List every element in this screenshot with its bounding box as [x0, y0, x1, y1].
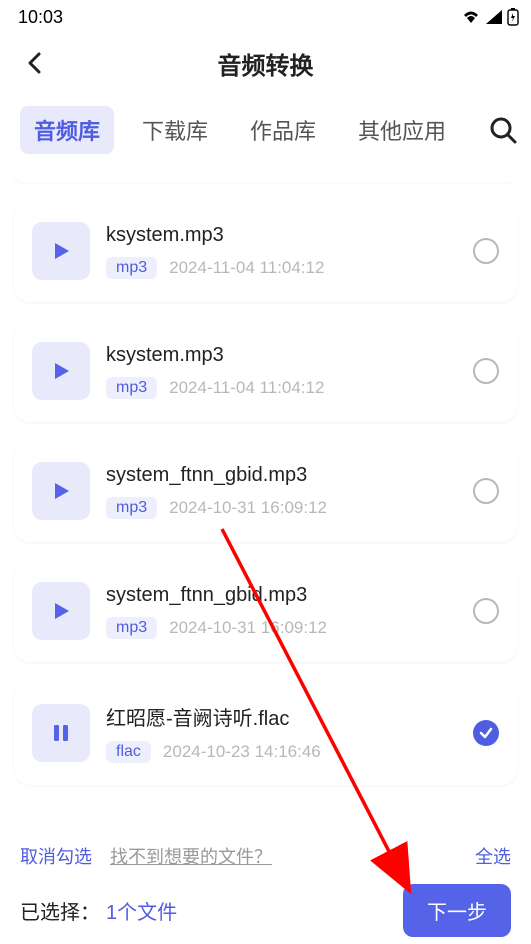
back-button[interactable] — [20, 49, 48, 77]
tab-works-library[interactable]: 作品库 — [236, 106, 330, 154]
missing-file-help-link[interactable]: 找不到想要的文件？ — [110, 843, 272, 869]
selected-count: 1个文件 — [106, 902, 177, 924]
file-name: 红昭愿-音阙诗听.flac — [106, 702, 457, 731]
pause-button[interactable] — [32, 704, 90, 762]
chevron-left-icon — [27, 52, 41, 74]
file-meta: mp3 2024-10-31 16:09:12 — [106, 497, 457, 519]
page-title: 音频转换 — [218, 46, 314, 81]
tab-other-apps[interactable]: 其他应用 — [344, 106, 460, 154]
file-body: system_ftnn_gbid.mp3 mp3 2024-10-31 16:0… — [106, 584, 457, 639]
format-badge: flac — [106, 741, 151, 763]
file-meta: mp3 2024-10-31 16:09:12 — [106, 617, 457, 639]
play-icon — [50, 360, 72, 382]
status-icons — [461, 8, 519, 26]
file-item[interactable]: ksystem.mp3 mp3 2024-11-04 11:04:12 — [14, 320, 517, 422]
file-item[interactable]: ksystem.mp3 mp3 2024-11-04 11:04:12 — [14, 200, 517, 302]
file-meta: flac 2024-10-23 14:16:46 — [106, 741, 457, 763]
search-icon — [489, 116, 517, 144]
status-time: 10:03 — [18, 7, 63, 28]
file-body: ksystem.mp3 mp3 2024-11-04 11:04:12 — [106, 224, 457, 279]
file-name: system_ftnn_gbid.mp3 — [106, 464, 457, 487]
play-button[interactable] — [32, 222, 90, 280]
file-name: ksystem.mp3 — [106, 224, 457, 247]
file-name: ksystem.mp3 — [106, 344, 457, 367]
format-badge: mp3 — [106, 377, 157, 399]
select-radio[interactable] — [473, 238, 499, 264]
play-icon — [50, 240, 72, 262]
format-badge: mp3 — [106, 497, 157, 519]
tabs-row: 音频库 下载库 作品库 其他应用 — [0, 92, 531, 164]
file-item[interactable]: system_ftnn_gbid.mp3 mp3 2024-10-31 16:0… — [14, 560, 517, 662]
file-body: 红昭愿-音阙诗听.flac flac 2024-10-23 14:16:46 — [106, 702, 457, 763]
file-date: 2024-10-31 16:09:12 — [169, 618, 327, 638]
cell-signal-icon — [485, 9, 503, 25]
check-icon — [478, 725, 494, 741]
file-date: 2024-11-04 11:04:12 — [169, 378, 324, 398]
file-meta: mp3 2024-11-04 11:04:12 — [106, 257, 457, 279]
selected-label: 已选择： 1个文件 — [20, 896, 177, 925]
tab-audio-library[interactable]: 音频库 — [20, 106, 114, 154]
file-item[interactable]: 红昭愿-音阙诗听.flac flac 2024-10-23 14:16:46 — [14, 680, 517, 785]
file-item[interactable]: system_ftnn_gbid.mp3 mp3 2024-10-31 16:0… — [14, 440, 517, 542]
tab-download-library[interactable]: 下载库 — [128, 106, 222, 154]
file-body: ksystem.mp3 mp3 2024-11-04 11:04:12 — [106, 344, 457, 399]
file-date: 2024-10-31 16:09:12 — [169, 498, 327, 518]
select-radio[interactable] — [473, 598, 499, 624]
app-header: 音频转换 — [0, 34, 531, 92]
select-radio[interactable] — [473, 358, 499, 384]
format-badge: mp3 — [106, 617, 157, 639]
play-icon — [50, 600, 72, 622]
file-body: system_ftnn_gbid.mp3 mp3 2024-10-31 16:0… — [106, 464, 457, 519]
next-step-button[interactable]: 下一步 — [403, 884, 511, 937]
file-date: 2024-10-23 14:16:46 — [163, 742, 321, 762]
wifi-icon — [461, 9, 481, 25]
play-icon — [50, 480, 72, 502]
status-bar: 10:03 — [0, 0, 531, 34]
partial-card-top — [14, 164, 517, 182]
format-badge: mp3 — [106, 257, 157, 279]
selected-prefix: 已选择： — [20, 902, 100, 924]
select-radio[interactable] — [473, 478, 499, 504]
search-button[interactable] — [487, 114, 519, 146]
bottom-bar: 已选择： 1个文件 下一步 — [0, 876, 531, 944]
pause-icon — [50, 722, 72, 744]
select-all-link[interactable]: 全选 — [475, 843, 511, 869]
cancel-selection-link[interactable]: 取消勾选 — [20, 843, 92, 869]
footer-links: 取消勾选 找不到想要的文件？ 全选 — [0, 836, 531, 876]
file-meta: mp3 2024-11-04 11:04:12 — [106, 377, 457, 399]
play-button[interactable] — [32, 462, 90, 520]
file-date: 2024-11-04 11:04:12 — [169, 258, 324, 278]
play-button[interactable] — [32, 582, 90, 640]
select-radio[interactable] — [473, 720, 499, 746]
play-button[interactable] — [32, 342, 90, 400]
file-name: system_ftnn_gbid.mp3 — [106, 584, 457, 607]
battery-icon — [507, 8, 519, 26]
file-list: ksystem.mp3 mp3 2024-11-04 11:04:12 ksys… — [0, 164, 531, 785]
